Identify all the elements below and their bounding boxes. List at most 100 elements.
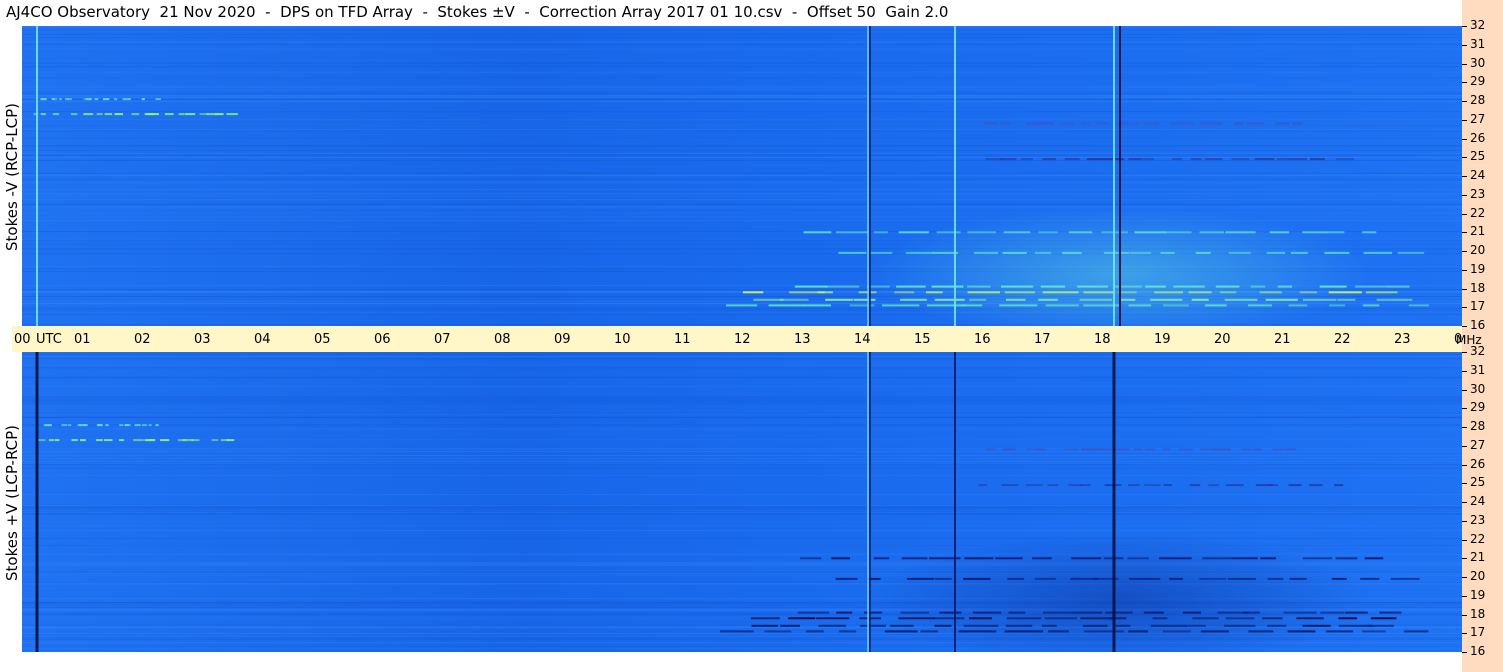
frequency-tick-mark xyxy=(1462,558,1467,560)
vertical-interference-line xyxy=(1119,26,1121,326)
utc-hour-label: 17 xyxy=(1034,332,1051,347)
signal-band xyxy=(61,424,68,427)
signal-band xyxy=(1189,484,1201,487)
signal-band xyxy=(1047,484,1059,487)
signal-band xyxy=(211,439,219,442)
signal-band xyxy=(119,439,125,442)
signal-band xyxy=(89,98,93,101)
signal-band xyxy=(1128,158,1142,161)
signal-band xyxy=(104,113,113,116)
frequency-tick-label: 26 xyxy=(1470,130,1486,145)
signal-band xyxy=(1241,448,1252,451)
signal-band xyxy=(119,424,124,427)
frequency-tick-label: 31 xyxy=(1470,362,1486,377)
frequency-tick-mark xyxy=(1462,251,1467,252)
signal-band xyxy=(1267,484,1279,487)
signal-band xyxy=(1098,448,1113,451)
signal-band xyxy=(1064,158,1080,161)
signal-band xyxy=(985,448,996,451)
frequency-tick-mark xyxy=(1462,352,1467,353)
signal-band xyxy=(797,611,830,614)
utc-hour-label: 09 xyxy=(554,332,571,347)
signal-band xyxy=(1247,122,1264,125)
signal-band xyxy=(96,113,103,116)
vertical-interference-line xyxy=(954,26,956,326)
signal-band xyxy=(1172,158,1182,161)
utc-hour-label: 15 xyxy=(914,332,931,347)
frequency-tick-label: 20 xyxy=(1470,569,1486,583)
frequency-tick-label: 30 xyxy=(1470,55,1486,70)
signal-band xyxy=(1170,122,1184,125)
signal-band xyxy=(1252,448,1262,451)
utc-hour-label: 22 xyxy=(1334,332,1351,347)
signal-band xyxy=(54,439,60,442)
signal-band xyxy=(719,630,754,633)
signal-band xyxy=(1128,484,1140,487)
signal-band xyxy=(1363,251,1393,254)
signal-band xyxy=(1335,557,1358,560)
signal-band xyxy=(1326,231,1345,234)
frequency-tick-mark xyxy=(1462,408,1467,410)
signal-band xyxy=(1365,291,1398,294)
frequency-tick-label: 20 xyxy=(1470,243,1486,257)
signal-band xyxy=(1163,484,1173,487)
vertical-interference-line xyxy=(868,352,871,652)
signal-band xyxy=(825,298,853,301)
signal-band xyxy=(1133,448,1143,451)
signal-band xyxy=(1390,577,1420,580)
signal-band xyxy=(1060,122,1075,125)
utc-hour-label: 23 xyxy=(1394,332,1411,347)
frequency-tick-mark xyxy=(1462,633,1467,635)
frequency-tick-mark xyxy=(1462,520,1467,522)
frequency-tick-mark xyxy=(1462,595,1467,597)
signal-band xyxy=(1362,304,1380,307)
frequency-tick-mark xyxy=(1462,26,1467,27)
signal-band xyxy=(124,424,129,427)
frequency-tick-label: 18 xyxy=(1470,606,1486,621)
signal-band xyxy=(1113,448,1130,451)
signal-band xyxy=(853,298,876,301)
vertical-interference-line xyxy=(954,352,956,652)
signal-band xyxy=(768,304,805,307)
signal-band xyxy=(226,439,235,442)
signal-band xyxy=(1225,484,1244,487)
signal-band xyxy=(816,617,850,620)
signal-band xyxy=(1199,448,1216,451)
signal-band xyxy=(131,113,140,116)
signal-band xyxy=(96,439,103,442)
utc-time-axis: 00 01 02 03 04 05 06 07 08 09 10 11 12 13 14 15 16 17 18 19… xyxy=(12,326,1471,352)
signal-band xyxy=(1408,304,1429,307)
signal-band xyxy=(133,439,144,442)
frequency-tick-mark xyxy=(1462,577,1467,578)
signal-band xyxy=(48,439,55,442)
signal-band xyxy=(83,113,94,116)
frequency-tick-mark xyxy=(1462,44,1467,46)
signal-band xyxy=(1213,448,1231,451)
utc-hour-label: 10 xyxy=(614,332,631,347)
signal-band xyxy=(141,98,145,101)
utc-hour-label: 03 xyxy=(194,332,211,347)
spectrogram-stokes-plus-v xyxy=(22,352,1462,652)
utc-hour-label: 00 xyxy=(14,332,31,347)
signal-band xyxy=(1142,158,1154,161)
signal-band xyxy=(1403,630,1429,633)
signal-band xyxy=(40,113,46,116)
utc-hour-label: 08 xyxy=(494,332,511,347)
signal-band xyxy=(1036,448,1046,451)
utc-hour-label: 11 xyxy=(674,332,691,347)
signal-band xyxy=(817,291,833,294)
signal-band xyxy=(114,98,118,101)
signal-band xyxy=(40,98,47,101)
signal-band xyxy=(794,285,828,288)
signal-band xyxy=(51,98,58,101)
signal-band xyxy=(1042,158,1056,161)
frequency-tick-label: 16 xyxy=(1470,644,1486,658)
frequency-tick-mark xyxy=(1462,307,1467,309)
vertical-interference-line xyxy=(1112,352,1116,652)
signal-band xyxy=(148,439,156,442)
signal-band xyxy=(824,285,860,288)
signal-band xyxy=(71,439,78,442)
signal-band xyxy=(806,630,824,633)
signal-band xyxy=(1275,122,1290,125)
signal-band xyxy=(164,113,174,116)
